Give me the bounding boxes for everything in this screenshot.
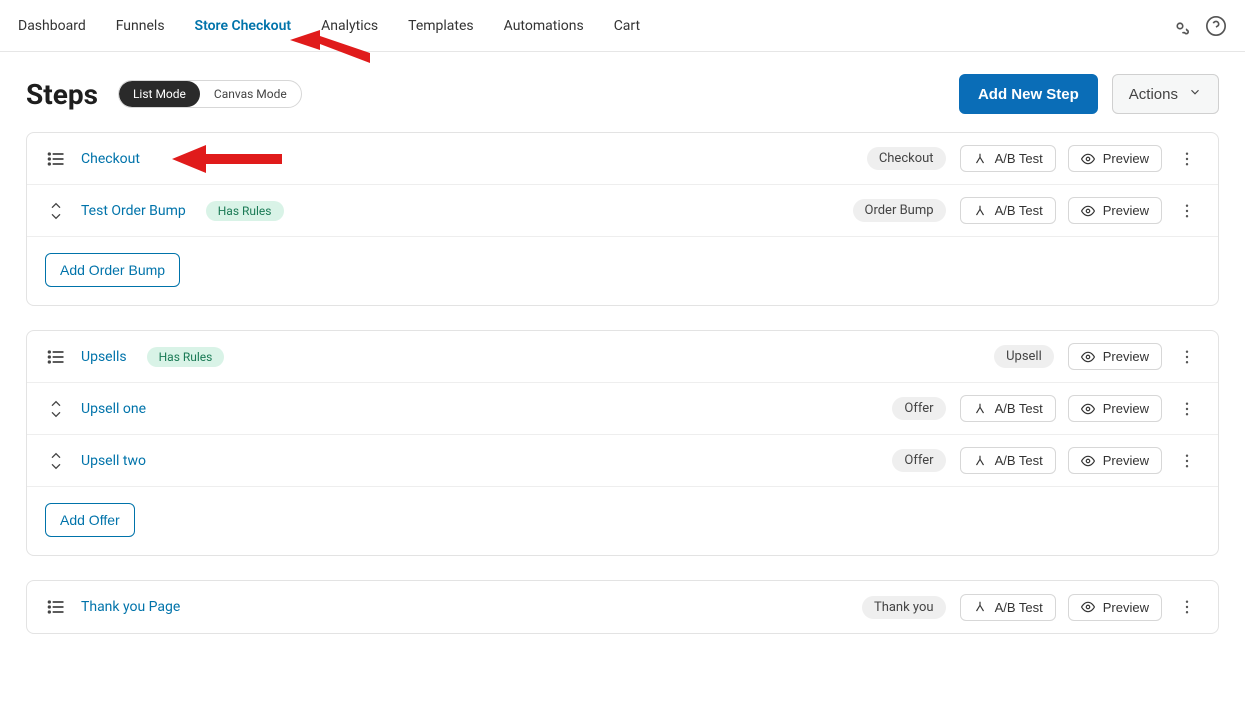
eye-icon: [1081, 402, 1095, 416]
row-thankyou: Thank you Page Thank you A/B Test Previe…: [27, 581, 1218, 633]
row-upsell-one: Upsell one Offer A/B Test Preview: [27, 383, 1218, 435]
preview-button[interactable]: Preview: [1068, 145, 1162, 172]
add-order-bump-button[interactable]: Add Order Bump: [45, 253, 180, 287]
eye-icon: [1081, 454, 1095, 468]
abtest-button[interactable]: A/B Test: [960, 447, 1056, 474]
preview-label: Preview: [1103, 203, 1149, 218]
more-icon[interactable]: [1174, 150, 1200, 168]
eye-icon: [1081, 204, 1095, 218]
mode-list[interactable]: List Mode: [119, 81, 200, 107]
step-link-upsells[interactable]: Upsells: [81, 349, 127, 365]
abtest-button[interactable]: A/B Test: [960, 594, 1056, 621]
preview-button[interactable]: Preview: [1068, 395, 1162, 422]
tag-checkout: Checkout: [867, 147, 946, 170]
abtest-label: A/B Test: [995, 453, 1043, 468]
eye-icon: [1081, 152, 1095, 166]
abtest-button[interactable]: A/B Test: [960, 145, 1056, 172]
chevron-down-icon: [1188, 85, 1202, 103]
has-rules-badge: Has Rules: [147, 347, 225, 367]
reorder-icon[interactable]: [45, 450, 67, 472]
preview-label: Preview: [1103, 151, 1149, 166]
reorder-icon[interactable]: [45, 200, 67, 222]
more-icon[interactable]: [1174, 202, 1200, 220]
card-thankyou: Thank you Page Thank you A/B Test Previe…: [26, 580, 1219, 634]
preview-button[interactable]: Preview: [1068, 594, 1162, 621]
nav-automations[interactable]: Automations: [504, 18, 584, 34]
abtest-icon: [973, 600, 987, 614]
tag-offer: Offer: [892, 449, 945, 472]
tag-offer: Offer: [892, 397, 945, 420]
more-icon[interactable]: [1174, 598, 1200, 616]
list-icon[interactable]: [45, 597, 67, 617]
preview-label: Preview: [1103, 453, 1149, 468]
page-title: Steps: [26, 78, 98, 111]
reorder-icon[interactable]: [45, 398, 67, 420]
abtest-label: A/B Test: [995, 401, 1043, 416]
preview-label: Preview: [1103, 401, 1149, 416]
step-link-thankyou[interactable]: Thank you Page: [81, 599, 180, 615]
annotation-arrow-icon: [172, 143, 282, 175]
abtest-label: A/B Test: [995, 151, 1043, 166]
more-icon[interactable]: [1174, 348, 1200, 366]
preview-label: Preview: [1103, 349, 1149, 364]
step-link-checkout[interactable]: Checkout: [81, 151, 140, 167]
more-icon[interactable]: [1174, 452, 1200, 470]
mode-canvas[interactable]: Canvas Mode: [200, 81, 301, 107]
abtest-label: A/B Test: [995, 600, 1043, 615]
row-add-order-bump: Add Order Bump: [27, 237, 1218, 305]
gear-icon[interactable]: [1169, 15, 1191, 37]
preview-button[interactable]: Preview: [1068, 447, 1162, 474]
has-rules-badge: Has Rules: [206, 201, 284, 221]
list-icon[interactable]: [45, 149, 67, 169]
nav-store-checkout[interactable]: Store Checkout: [195, 18, 292, 34]
abtest-button[interactable]: A/B Test: [960, 197, 1056, 224]
step-link-upsell-two[interactable]: Upsell two: [81, 453, 146, 469]
step-link-test-order-bump[interactable]: Test Order Bump: [81, 203, 186, 219]
eye-icon: [1081, 350, 1095, 364]
card-checkout: Checkout Checkout A/B Test Preview: [26, 132, 1219, 306]
add-new-step-button[interactable]: Add New Step: [959, 74, 1098, 114]
tag-order-bump: Order Bump: [853, 199, 946, 222]
row-add-offer: Add Offer: [27, 487, 1218, 555]
actions-button[interactable]: Actions: [1112, 74, 1219, 114]
more-icon[interactable]: [1174, 400, 1200, 418]
mode-toggle: List Mode Canvas Mode: [118, 80, 302, 108]
nav-funnels[interactable]: Funnels: [116, 18, 165, 34]
preview-label: Preview: [1103, 600, 1149, 615]
row-upsells: Upsells Has Rules Upsell Preview: [27, 331, 1218, 383]
abtest-icon: [973, 454, 987, 468]
annotation-arrow-icon: [290, 30, 370, 70]
tag-thankyou: Thank you: [862, 596, 946, 619]
eye-icon: [1081, 600, 1095, 614]
nav-templates[interactable]: Templates: [408, 18, 474, 34]
card-upsells: Upsells Has Rules Upsell Preview Upsell …: [26, 330, 1219, 556]
nav-dashboard[interactable]: Dashboard: [18, 18, 86, 34]
page-header: Steps List Mode Canvas Mode Add New Step…: [26, 74, 1219, 114]
abtest-icon: [973, 204, 987, 218]
preview-button[interactable]: Preview: [1068, 197, 1162, 224]
tag-upsell: Upsell: [994, 345, 1054, 368]
nav-cart[interactable]: Cart: [614, 18, 640, 34]
step-link-upsell-one[interactable]: Upsell one: [81, 401, 146, 417]
top-nav: Dashboard Funnels Store Checkout Analyti…: [0, 0, 1245, 52]
list-icon[interactable]: [45, 347, 67, 367]
row-test-order-bump: Test Order Bump Has Rules Order Bump A/B…: [27, 185, 1218, 237]
abtest-label: A/B Test: [995, 203, 1043, 218]
abtest-button[interactable]: A/B Test: [960, 395, 1056, 422]
actions-label: Actions: [1129, 86, 1178, 103]
row-upsell-two: Upsell two Offer A/B Test Preview: [27, 435, 1218, 487]
help-icon[interactable]: [1205, 15, 1227, 37]
preview-button[interactable]: Preview: [1068, 343, 1162, 370]
abtest-icon: [973, 152, 987, 166]
add-offer-button[interactable]: Add Offer: [45, 503, 135, 537]
abtest-icon: [973, 402, 987, 416]
